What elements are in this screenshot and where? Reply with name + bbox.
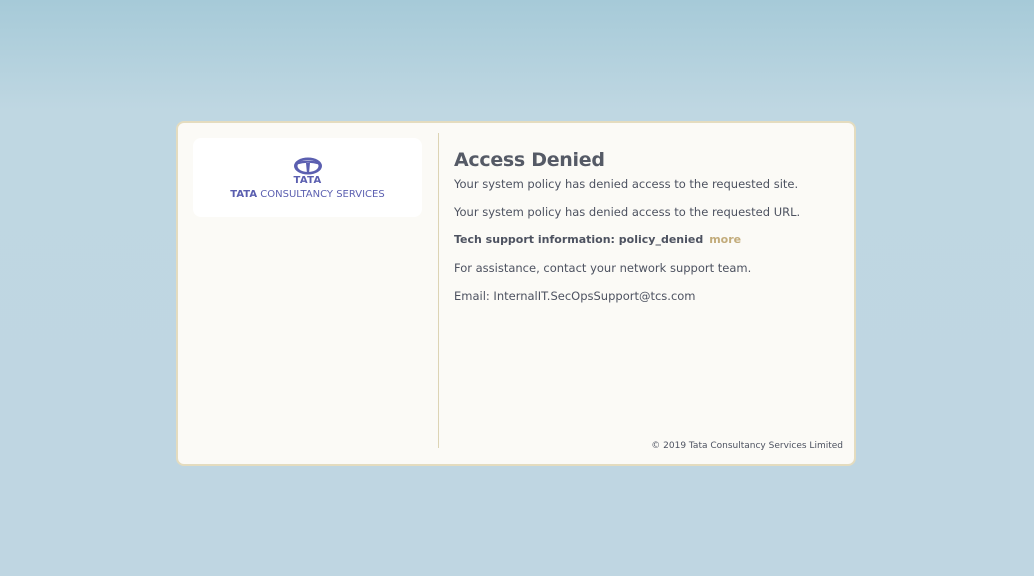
denied-url-message: Your system policy has denied access to … bbox=[454, 205, 801, 219]
logo-company-name: TATA CONSULTANCY SERVICES bbox=[193, 189, 422, 200]
vertical-divider bbox=[438, 133, 439, 448]
copyright-footer: © 2019 Tata Consultancy Services Limited bbox=[651, 441, 843, 451]
tech-support-label: Tech support information: bbox=[454, 233, 619, 246]
tech-support-value: policy_denied bbox=[618, 233, 704, 246]
logo-company-rest: CONSULTANCY SERVICES bbox=[257, 189, 385, 200]
logo-wordmark: TATA bbox=[293, 175, 322, 186]
logo-company-prefix: TATA bbox=[230, 189, 258, 200]
denied-site-message: Your system policy has denied access to … bbox=[454, 177, 799, 191]
logo-panel: TATA TATA CONSULTANCY SERVICES bbox=[193, 138, 422, 217]
tech-support-info: Tech support information: policy_denied m… bbox=[454, 233, 844, 247]
page-title: Access Denied bbox=[454, 149, 605, 171]
tata-logo-icon bbox=[294, 157, 322, 175]
message-content: Access Denied Your system policy has den… bbox=[454, 148, 844, 303]
access-denied-card: TATA TATA CONSULTANCY SERVICES Access De… bbox=[176, 121, 856, 466]
more-link[interactable]: more bbox=[709, 233, 741, 246]
support-email: Email: InternalIT.SecOpsSupport@tcs.com bbox=[454, 289, 696, 303]
assistance-message: For assistance, contact your network sup… bbox=[454, 261, 752, 275]
